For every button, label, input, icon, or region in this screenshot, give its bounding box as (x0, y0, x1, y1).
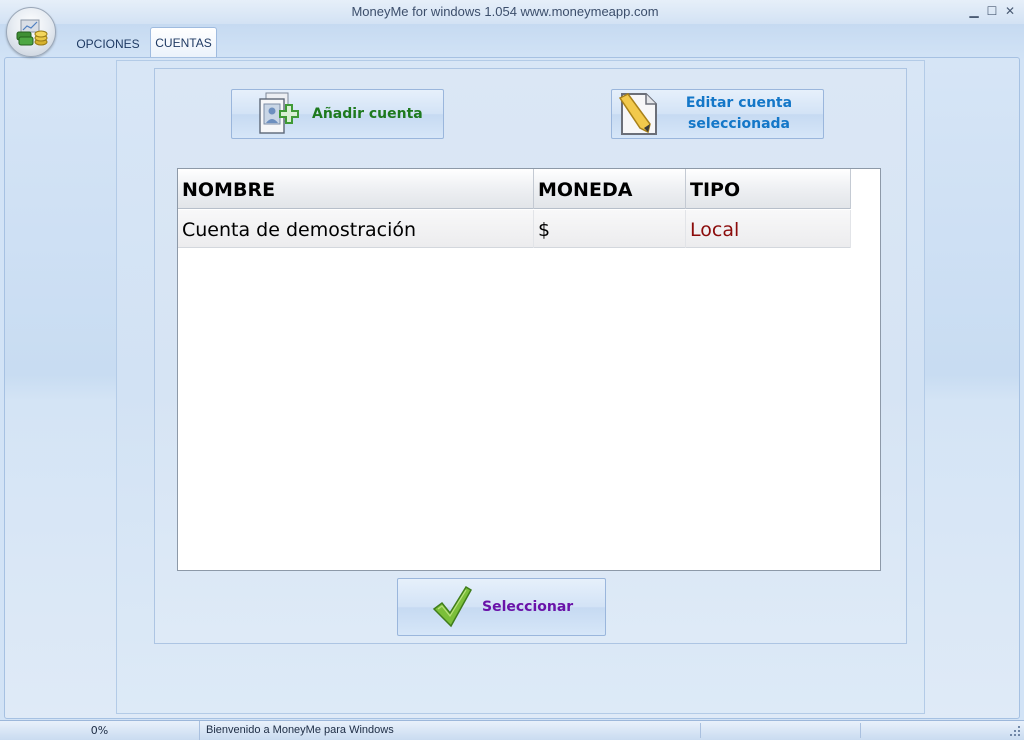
resize-grip-icon[interactable] (1009, 725, 1021, 737)
cell-moneda: $ (534, 210, 686, 248)
maximize-button[interactable]: ☐ (983, 3, 1001, 19)
add-account-icon (259, 92, 299, 134)
cell-nombre: Cuenta de demostración (178, 210, 534, 248)
status-separator (860, 723, 861, 738)
accounts-table: NOMBRE MONEDA TIPO Cuenta de demostració… (177, 168, 881, 571)
add-account-button[interactable]: Añadir cuenta (231, 89, 444, 139)
column-header-tipo[interactable]: TIPO (686, 169, 851, 209)
select-button[interactable]: Seleccionar (397, 578, 606, 636)
edit-account-button[interactable]: Editar cuenta seleccionada (611, 89, 824, 139)
ribbon-tab-bar: OPCIONES CUENTAS (0, 24, 1024, 58)
table-header: NOMBRE MONEDA TIPO (178, 169, 851, 209)
status-message: Bienvenido a MoneyMe para Windows (206, 724, 394, 736)
minimize-button[interactable]: ▁ (965, 3, 983, 19)
edit-account-label: Editar cuenta seleccionada (685, 95, 793, 132)
table-row[interactable]: Cuenta de demostración $ Local (178, 210, 851, 248)
edit-document-icon (618, 93, 657, 135)
tab-opciones[interactable]: OPCIONES (72, 34, 144, 58)
progress-percent: 0% (0, 721, 200, 740)
checkmark-icon (432, 585, 472, 628)
status-separator (700, 723, 701, 738)
select-label: Seleccionar (482, 599, 574, 615)
column-header-nombre[interactable]: NOMBRE (178, 169, 534, 209)
window-title: MoneyMe for windows 1.054 www.moneymeapp… (351, 4, 659, 19)
add-account-label: Añadir cuenta (312, 106, 423, 122)
tab-cuentas[interactable]: CUENTAS (150, 27, 217, 58)
status-bar: 0% Bienvenido a MoneyMe para Windows (0, 720, 1024, 740)
app-window: MoneyMe for windows 1.054 www.moneymeapp… (0, 0, 1024, 740)
app-menu-button[interactable] (6, 7, 56, 57)
money-stack-icon (16, 19, 48, 46)
column-header-moneda[interactable]: MONEDA (534, 169, 686, 209)
title-bar[interactable]: MoneyMe for windows 1.054 www.moneymeapp… (0, 0, 1024, 24)
close-button[interactable]: ✕ (1001, 3, 1019, 19)
cell-tipo: Local (686, 210, 851, 248)
